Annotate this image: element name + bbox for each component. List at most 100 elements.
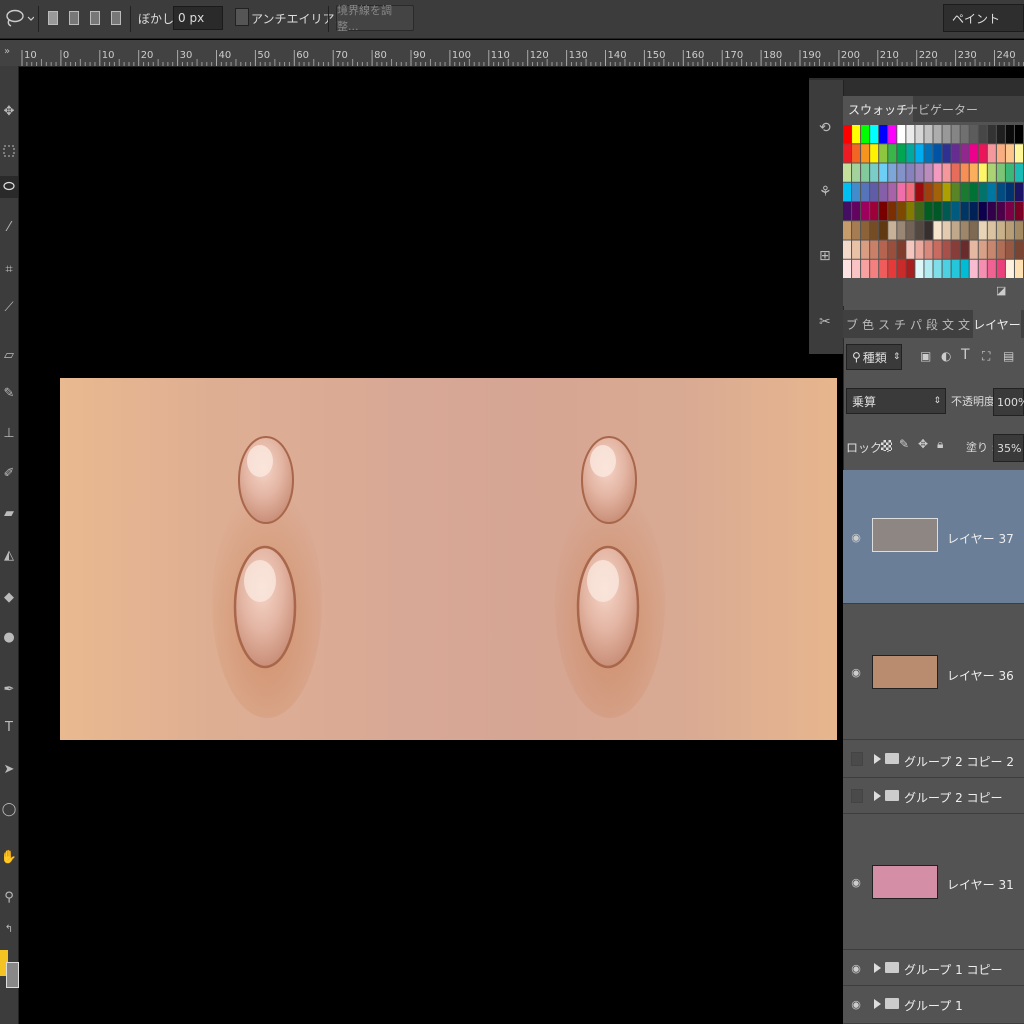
eye-icon[interactable]: ◉: [850, 531, 862, 544]
type-tool-icon[interactable]: T: [0, 716, 18, 738]
quick-selection-tool-icon[interactable]: ⁄: [0, 216, 18, 238]
eye-icon[interactable]: ◉: [850, 876, 862, 889]
shape-tool-icon[interactable]: ◯: [0, 798, 18, 820]
visibility-toggle[interactable]: [851, 789, 863, 803]
swatch-cell: [1014, 202, 1023, 221]
lasso-tool-preset-icon[interactable]: [2, 6, 36, 30]
lasso-tool-icon[interactable]: [0, 176, 18, 198]
hand-tool-icon[interactable]: ✋: [0, 846, 18, 868]
subtract-from-selection-icon[interactable]: [85, 6, 105, 30]
swatch-cell: [879, 240, 888, 259]
new-selection-icon[interactable]: [43, 6, 63, 30]
new-swatch-icon[interactable]: ◪: [996, 284, 1006, 297]
refine-edge-button[interactable]: 境界線を調整...: [336, 4, 414, 33]
healing-brush-tool-icon[interactable]: ▱: [0, 344, 18, 366]
move-tool-icon[interactable]: ✥: [0, 100, 18, 122]
tab-paragraph[interactable]: 段: [925, 310, 939, 338]
clone-stamp-tool-icon[interactable]: ⊥: [0, 422, 18, 444]
clone-source-icon[interactable]: ⊞: [819, 248, 831, 264]
tab-navigator[interactable]: ナビゲーター: [901, 96, 983, 122]
smart-object-filter-icon[interactable]: ▤: [1003, 349, 1014, 363]
swatch-cell: [870, 259, 879, 278]
eye-icon[interactable]: ◉: [850, 998, 862, 1011]
layer-group-row[interactable]: グループ 2 コピー 2: [843, 740, 1024, 778]
shape-layer-filter-icon[interactable]: ⛶: [982, 349, 990, 364]
adjustment-layer-filter-icon[interactable]: ◐: [941, 349, 951, 363]
expand-triangle-icon[interactable]: [874, 754, 881, 764]
layer-row[interactable]: ◉ レイヤー 36: [843, 604, 1024, 740]
tool-presets-icon[interactable]: ✂: [819, 314, 831, 330]
layer-group-row[interactable]: グループ 2 コピー: [843, 778, 1024, 814]
swatch-cell: [969, 240, 978, 259]
visibility-toggle[interactable]: [851, 752, 863, 766]
background-color-swatch[interactable]: [6, 962, 19, 988]
swatch-cell: [933, 163, 942, 182]
add-to-selection-icon[interactable]: [64, 6, 84, 30]
swatch-cell: [1014, 182, 1023, 201]
swatch-cell: [879, 221, 888, 240]
pen-tool-icon[interactable]: ✒: [0, 678, 18, 700]
swatch-grid[interactable]: [843, 125, 1024, 279]
swatch-cell: [969, 202, 978, 221]
intersect-selection-icon[interactable]: [106, 6, 126, 30]
swap-colors-icon[interactable]: ↰: [0, 918, 18, 940]
type-layer-filter-icon[interactable]: T: [961, 347, 970, 363]
history-brush-tool-icon[interactable]: ✐: [0, 462, 18, 484]
marquee-tool-icon[interactable]: [0, 140, 18, 162]
lock-position-icon[interactable]: ✥: [918, 437, 928, 451]
lock-transparent-pixels-icon[interactable]: [881, 440, 892, 451]
document-canvas[interactable]: [60, 378, 837, 740]
dodge-tool-icon[interactable]: ●: [0, 626, 18, 648]
swatch-cell: [951, 202, 960, 221]
blur-tool-icon[interactable]: ◆: [0, 586, 18, 608]
layer-group-row[interactable]: ◉ グループ 1 コピー: [843, 950, 1024, 986]
brush-tool-icon[interactable]: ✎: [0, 382, 18, 404]
swatch-cell: [978, 221, 987, 240]
eye-icon[interactable]: ◉: [850, 962, 862, 975]
tab-brush[interactable]: ブ: [845, 310, 859, 338]
brush-presets-icon[interactable]: ⚘: [819, 184, 832, 200]
filter-kind-label: 種類: [862, 350, 887, 365]
workspace-select[interactable]: ペイント: [943, 4, 1024, 32]
path-selection-tool-icon[interactable]: ➤: [0, 758, 18, 780]
expand-triangle-icon[interactable]: [874, 999, 881, 1009]
layer-filter-kind-select[interactable]: ⚲ 種類 ⇕: [846, 344, 902, 370]
pixel-layer-filter-icon[interactable]: ▣: [920, 349, 931, 363]
feather-input[interactable]: [173, 6, 223, 30]
tab-character-styles[interactable]: 文: [957, 310, 971, 338]
crop-tool-icon[interactable]: ⌗: [0, 258, 18, 280]
layer-row[interactable]: ◉ レイヤー 37: [843, 470, 1024, 604]
swatch-cell: [978, 259, 987, 278]
swatch-cell: [924, 202, 933, 221]
expand-triangle-icon[interactable]: [874, 791, 881, 801]
gradient-tool-icon[interactable]: ◭: [0, 544, 18, 566]
eye-icon[interactable]: ◉: [850, 666, 862, 679]
swatch-cell: [852, 221, 861, 240]
layer-group-row[interactable]: ◉ グループ 1: [843, 986, 1024, 1024]
anti-alias-checkbox[interactable]: [235, 8, 249, 26]
swatch-cell: [969, 144, 978, 163]
tab-character[interactable]: 文: [941, 310, 955, 338]
zoom-tool-icon[interactable]: ⚲: [0, 886, 18, 908]
separator: [38, 6, 39, 32]
tab-layers[interactable]: レイヤー: [973, 310, 1021, 338]
layers-panel-tabs: ブ 色 ス チ パ 段 文 文 レイヤー: [843, 310, 1024, 338]
eyedropper-tool-icon[interactable]: ⟋: [0, 296, 18, 318]
swatch-cell: [897, 125, 906, 144]
swatch-cell: [906, 144, 915, 163]
lock-all-icon[interactable]: 🔒︎: [937, 437, 943, 452]
fill-input[interactable]: 35%: [993, 434, 1024, 462]
lock-image-pixels-icon[interactable]: ✎: [899, 437, 909, 451]
history-panel-icon[interactable]: ⟲: [819, 120, 831, 136]
swatch-cell: [888, 125, 897, 144]
swatch-cell: [870, 202, 879, 221]
tab-channels[interactable]: チ: [893, 310, 907, 338]
opacity-input[interactable]: 100%: [993, 388, 1024, 416]
blend-mode-select[interactable]: 乗算 ⇕: [846, 388, 946, 414]
tab-paths[interactable]: パ: [909, 310, 923, 338]
layer-row[interactable]: ◉ レイヤー 31: [843, 814, 1024, 950]
tab-color[interactable]: 色: [861, 310, 875, 338]
eraser-tool-icon[interactable]: ▰: [0, 502, 18, 524]
tab-styles[interactable]: ス: [877, 310, 891, 338]
expand-triangle-icon[interactable]: [874, 963, 881, 973]
